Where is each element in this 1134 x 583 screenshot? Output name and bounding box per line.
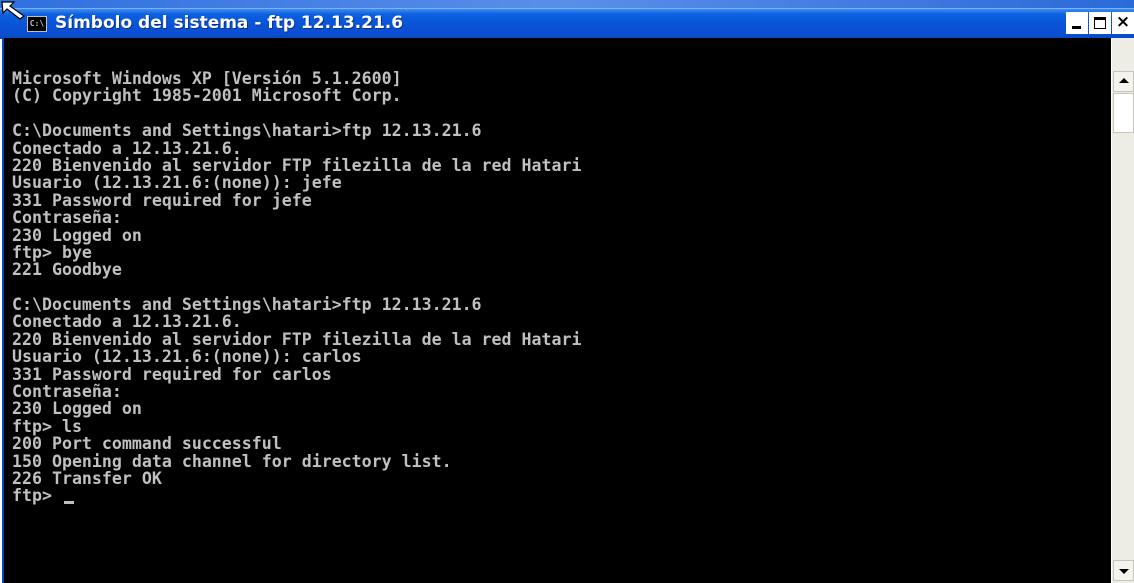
console-line: 331 Password required for jefe bbox=[12, 190, 312, 210]
console-line: 230 Logged on bbox=[12, 399, 142, 419]
console-line: C:\Documents and Settings\hatari>ftp 12.… bbox=[12, 121, 482, 141]
maximize-button[interactable] bbox=[1089, 12, 1111, 34]
window-frame-top bbox=[0, 0, 1134, 8]
maximize-icon bbox=[1094, 17, 1106, 29]
scroll-up-button[interactable] bbox=[1113, 71, 1134, 92]
console-line: Contraseña: bbox=[12, 208, 122, 228]
console-line: ftp> bbox=[12, 487, 581, 505]
close-button[interactable]: × bbox=[1112, 12, 1134, 34]
console-line: ftp> ls bbox=[12, 416, 82, 436]
title-bar[interactable]: C:\ Símbolo del sistema - ftp 12.13.21.6… bbox=[0, 8, 1134, 39]
console-line: 220 Bienvenido al servidor FTP filezilla… bbox=[12, 329, 582, 349]
command-prompt-window: C:\ Símbolo del sistema - ftp 12.13.21.6… bbox=[0, 0, 1134, 583]
console-line: 200 Port command successful bbox=[12, 434, 282, 454]
scroll-down-arrow-icon bbox=[1119, 569, 1129, 574]
text-cursor bbox=[63, 501, 74, 505]
console-line: Conectado a 12.13.21.6. bbox=[12, 138, 242, 158]
console-line: 150 Opening data channel for directory l… bbox=[12, 451, 452, 471]
console-line: (C) Copyright 1985-2001 Microsoft Corp. bbox=[12, 86, 402, 106]
close-icon: × bbox=[1115, 12, 1131, 32]
cmd-icon[interactable]: C:\ bbox=[27, 16, 47, 32]
console-line: Usuario (12.13.21.6:(none)): carlos bbox=[12, 347, 362, 367]
console-line: Contraseña: bbox=[12, 382, 122, 402]
console-line: ftp> bye bbox=[12, 242, 92, 262]
console-line: 221 Goodbye bbox=[12, 260, 122, 280]
window-title: Símbolo del sistema - ftp 12.13.21.6 bbox=[55, 13, 404, 33]
scroll-thumb[interactable] bbox=[1113, 93, 1134, 133]
console-line: Microsoft Windows XP [Versión 5.1.2600] bbox=[12, 69, 402, 88]
console-line: 220 Bienvenido al servidor FTP filezilla… bbox=[12, 155, 582, 175]
console-line: Conectado a 12.13.21.6. bbox=[12, 312, 242, 332]
minimize-button[interactable] bbox=[1066, 12, 1088, 34]
scroll-down-button[interactable] bbox=[1113, 560, 1134, 581]
console-line: Usuario (12.13.21.6:(none)): jefe bbox=[12, 173, 342, 193]
resize-arrow-icon bbox=[1, 1, 26, 20]
console-line: C:\Documents and Settings\hatari>ftp 12.… bbox=[12, 295, 482, 315]
console-line: 230 Logged on bbox=[12, 225, 142, 245]
console-output: Microsoft Windows XP [Versión 5.1.2600](… bbox=[12, 70, 581, 505]
vertical-scrollbar[interactable] bbox=[1111, 38, 1134, 583]
minimize-icon bbox=[1072, 26, 1081, 29]
console-output-area[interactable]: Microsoft Windows XP [Versión 5.1.2600](… bbox=[2, 38, 1111, 583]
console-line: 226 Transfer OK bbox=[12, 468, 162, 488]
scroll-up-arrow-icon bbox=[1119, 78, 1129, 83]
console-line: 331 Password required for carlos bbox=[12, 364, 332, 384]
